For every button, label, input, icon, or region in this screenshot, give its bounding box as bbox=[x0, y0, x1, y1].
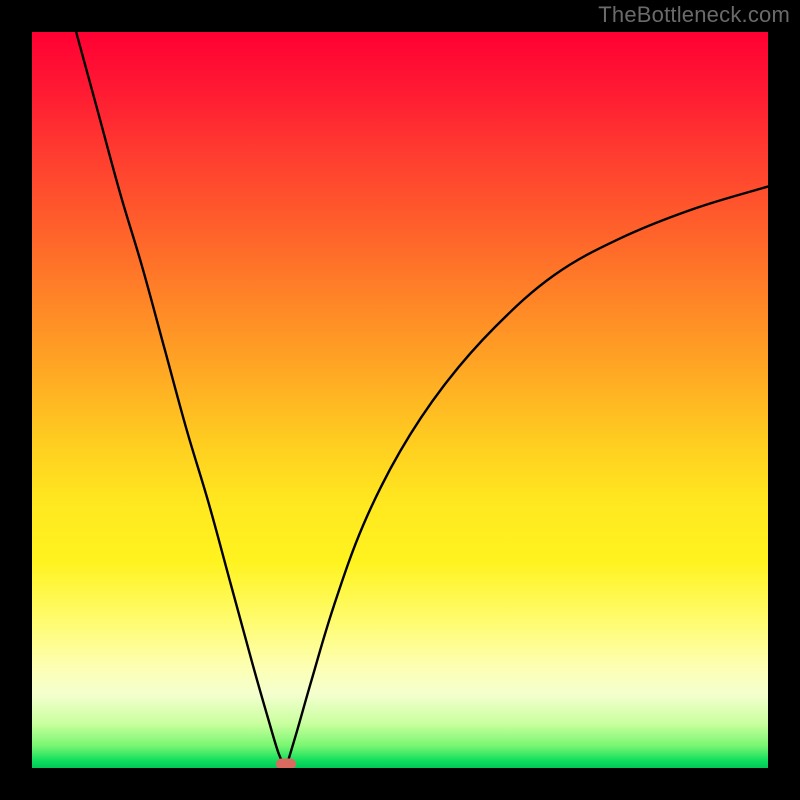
watermark-text: TheBottleneck.com bbox=[598, 2, 790, 28]
chart-frame: TheBottleneck.com bbox=[0, 0, 800, 800]
optimal-marker bbox=[276, 759, 296, 768]
curve-right-branch bbox=[286, 187, 768, 768]
bottleneck-curve bbox=[32, 32, 768, 768]
plot-area bbox=[32, 32, 768, 768]
curve-left-branch bbox=[76, 32, 286, 768]
